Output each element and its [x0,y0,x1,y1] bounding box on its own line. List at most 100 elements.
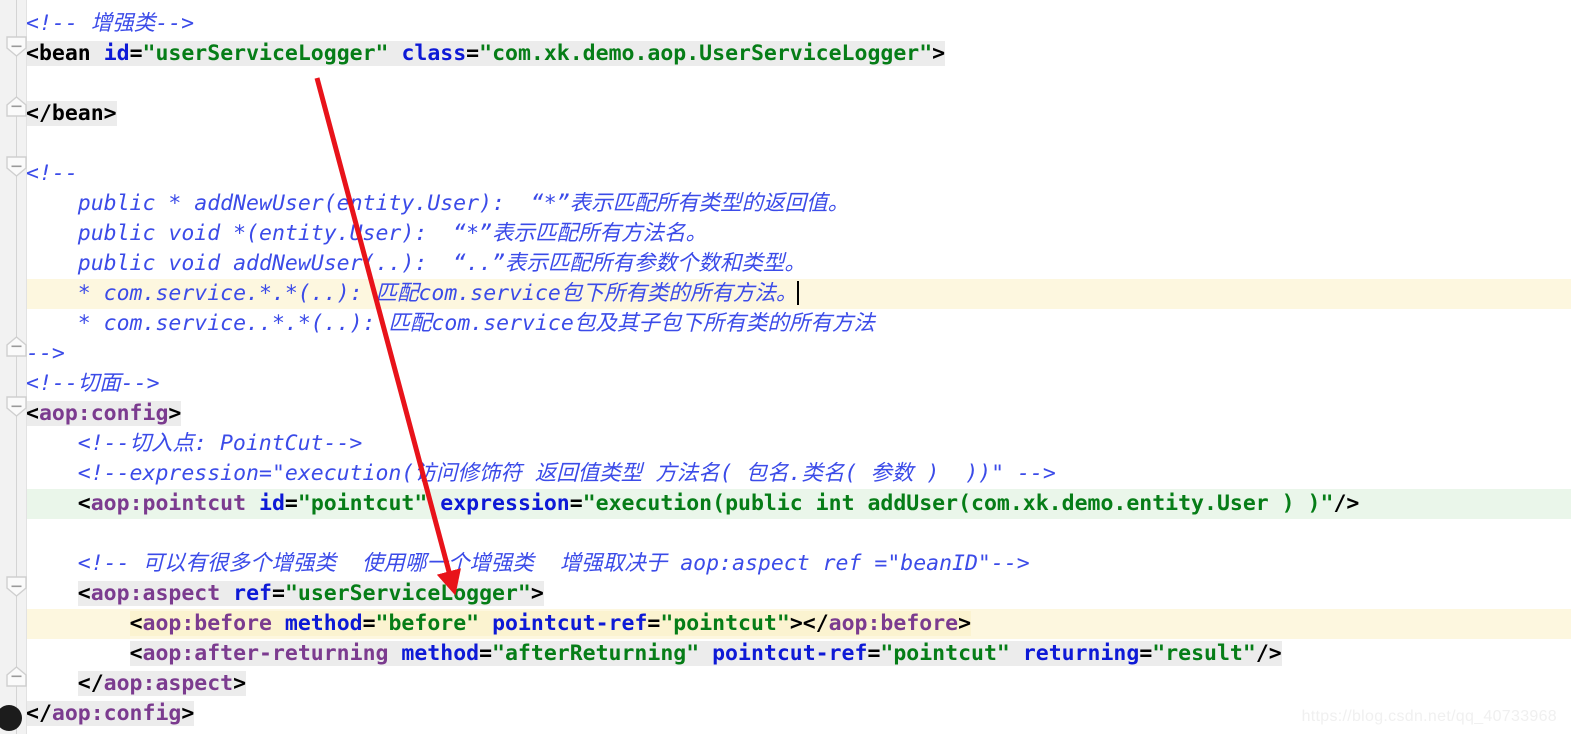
code-token: < [77,581,91,606]
code-token: < [77,491,91,516]
code-token: --> [26,341,65,366]
code-token [246,491,260,516]
code-token [427,491,441,516]
code-token: aop:before [142,611,272,636]
code-token: "userServiceLogger" [284,581,531,606]
line-comment-open[interactable]: <!-- [26,159,1571,189]
line-aop-before[interactable]: <aop:before method="before" pointcut-ref… [26,609,1571,639]
code-token: method [284,611,363,636]
line-comment-close[interactable]: --> [26,339,1571,369]
breakpoint-marker[interactable] [0,705,22,731]
line-aop-config-open[interactable]: <aop:config> [26,399,1571,429]
code-token: > [181,701,195,726]
code-token: <!-- [26,161,78,186]
code-token: returning [1022,641,1140,666]
code-token: aop:config [51,701,182,726]
line-blank-2[interactable] [26,129,1571,159]
code-token: * com.service..*.*(..): 匹配com.service包及其… [26,311,875,336]
line-blank-3[interactable] [26,519,1571,549]
line-comment-pattern-4[interactable]: * com.service.*.*(..): 匹配com.service包下所有… [26,279,1571,309]
code-token: <!--切入点: PointCut--> [26,431,363,456]
code-token: pointcut-ref [712,641,868,666]
line-aop-aspect-open[interactable]: <aop:aspect ref="userServiceLogger"> [26,579,1571,609]
line-comment-pattern-3[interactable]: public void addNewUser(..): “..”表示匹配所有参数… [26,249,1571,279]
code-token: < [26,41,39,66]
code-token: > [530,581,544,606]
code-token: </ [26,101,52,126]
code-token [479,611,493,636]
line-comment-aspect[interactable]: <!--切面--> [26,369,1571,399]
code-token: < [129,641,143,666]
code-token: = [647,611,661,636]
line-aop-aspect-close[interactable]: </aop:aspect> [26,669,1571,699]
line-comment-pattern-1[interactable]: public * addNewUser(entity.User): “*”表示匹… [26,189,1571,219]
code-token: > [233,671,247,696]
line-comment-enhancement-class[interactable]: <!-- 增强类--> [26,9,1571,39]
code-editor-area[interactable]: <!-- 增强类--> <bean id="userServiceLogger" … [26,0,1571,734]
code-token: "pointcut" [880,641,1010,666]
fold-marker-collapse-comment-icon[interactable] [6,156,27,177]
code-token: > [103,101,117,126]
code-token: = [569,491,583,516]
code-token: pointcut-ref [492,611,648,636]
code-token [90,41,104,66]
code-token: <!--expression="execution(访问修饰符 返回值类型 方法… [26,461,1056,486]
code-token: public * addNewUser(entity.User): “*”表示匹… [26,191,850,216]
code-token [271,611,285,636]
code-token: expression [440,491,570,516]
editor-gutter[interactable] [0,0,27,734]
line-comment-pattern-5[interactable]: * com.service..*.*(..): 匹配com.service包及其… [26,309,1571,339]
code-token [388,641,402,666]
code-token: "com.xk.demo.aop.UserServiceLogger" [479,41,933,66]
code-token: = [867,641,881,666]
code-token: aop:pointcut [90,491,247,516]
line-bean-open[interactable]: <bean id="userServiceLogger" class="com.… [26,39,1571,69]
code-token: bean [51,101,104,126]
code-token: = [479,641,493,666]
code-token: = [129,41,143,66]
fold-marker-collapse-bean-icon[interactable] [6,36,27,57]
fold-marker-collapse-aop-config-icon[interactable] [6,396,27,417]
code-token [388,41,402,66]
code-token: aop:aspect [90,581,221,606]
code-token: <!--切面--> [26,371,160,396]
line-comment-expression[interactable]: <!--expression="execution(访问修饰符 返回值类型 方法… [26,459,1571,489]
text-caret [797,281,800,305]
code-token: = [271,581,285,606]
line-bean-close[interactable]: </bean> [26,99,1571,129]
code-token: = [284,491,298,516]
code-token: public void addNewUser(..): “..”表示匹配所有参数… [26,251,806,276]
line-aop-after-returning[interactable]: <aop:after-returning method="afterReturn… [26,639,1571,669]
code-token: ref [233,581,272,606]
code-token: <!-- 可以有很多个增强类 使用哪一个增强类 增强取决于 aop:aspect… [26,551,1030,576]
code-token: bean [38,41,91,66]
code-token: method [401,641,480,666]
code-token: > [168,401,182,426]
line-aop-pointcut[interactable]: <aop:pointcut id="pointcut" expression="… [26,489,1571,519]
code-token: = [466,41,480,66]
csdn-watermark: https://blog.csdn.net/qq_40733968 [1301,708,1557,725]
code-token: = [1139,641,1153,666]
fold-marker-expand-bean-end-icon[interactable] [6,96,27,117]
code-token: "execution(public int addUser(com.xk.dem… [582,491,1334,516]
code-token: < [26,401,39,426]
code-token: < [129,611,143,636]
line-comment-pointcut[interactable]: <!--切入点: PointCut--> [26,429,1571,459]
line-blank-1[interactable] [26,69,1571,99]
code-token: class [401,41,467,66]
code-token [1009,641,1023,666]
fold-marker-expand-comment-end-icon[interactable] [6,336,27,357]
code-token: /> [1333,491,1360,516]
line-comment-pattern-2[interactable]: public void *(entity.User): “*”表示匹配所有方法名… [26,219,1571,249]
code-token: "before" [375,611,480,636]
fold-marker-expand-aspect-end-icon[interactable] [6,666,27,687]
code-token: "pointcut" [660,611,790,636]
fold-marker-collapse-aop-aspect-icon[interactable] [6,576,27,597]
code-token: aop:before [828,611,959,636]
line-comment-many-aspects[interactable]: <!-- 可以有很多个增强类 使用哪一个增强类 增强取决于 aop:aspect… [26,549,1571,579]
code-token: <!-- 增强类--> [26,11,195,36]
